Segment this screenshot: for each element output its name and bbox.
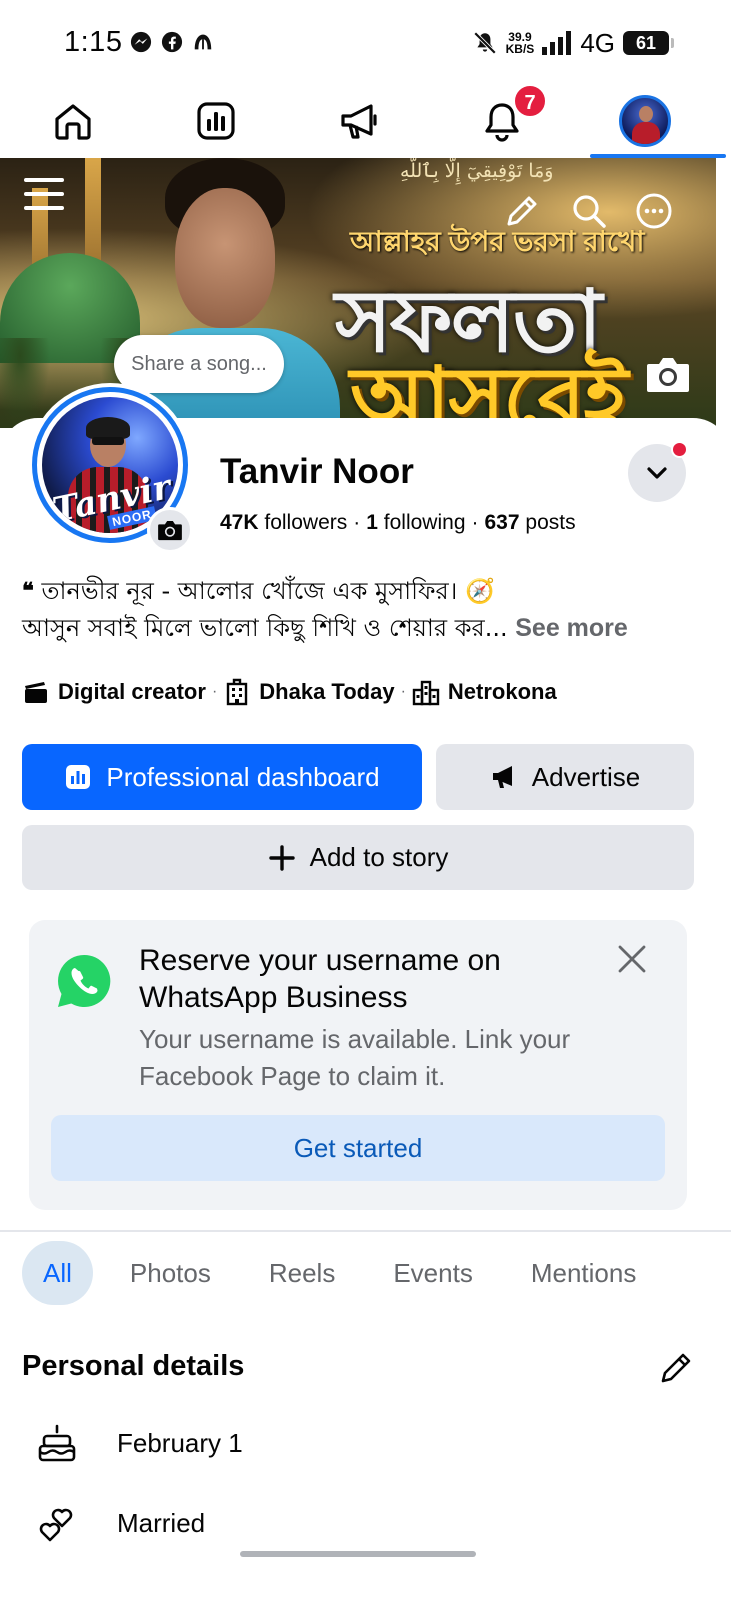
megaphone-icon xyxy=(492,766,512,788)
edit-details-button[interactable] xyxy=(658,1350,694,1386)
app-icon xyxy=(194,34,212,50)
followers-label: followers xyxy=(264,511,348,534)
followers-link[interactable]: 47K followers xyxy=(220,511,347,534)
section-divider xyxy=(0,1230,731,1232)
dashboard-icon xyxy=(66,765,91,789)
home-indicator[interactable] xyxy=(240,1551,476,1557)
category-chip[interactable]: Digital creator xyxy=(22,678,206,706)
quote-icon: ❝ xyxy=(22,578,34,604)
plus-icon xyxy=(268,844,295,871)
switcher-notification-dot xyxy=(671,441,688,458)
location-label-2: Netrokona xyxy=(447,679,557,704)
change-cover-button[interactable] xyxy=(645,354,691,394)
get-started-button[interactable]: Get started xyxy=(51,1115,665,1181)
network-speed: 39.9 KB/S xyxy=(506,31,535,55)
relationship-row: Married xyxy=(36,1499,205,1547)
location-chip-1[interactable]: Dhaka Today xyxy=(223,678,395,706)
nav-profile[interactable] xyxy=(572,84,718,158)
close-icon[interactable] xyxy=(615,942,649,976)
more-options-button[interactable] xyxy=(635,192,673,230)
mute-bell-icon xyxy=(473,31,496,55)
posts-label: posts xyxy=(525,511,576,534)
network-type: 4G xyxy=(580,27,615,58)
edit-cover-button[interactable] xyxy=(503,192,541,230)
facebook-icon xyxy=(161,31,183,53)
nav-ads[interactable] xyxy=(286,84,432,158)
nav-home[interactable] xyxy=(0,84,146,158)
change-profile-picture-button[interactable] xyxy=(147,507,193,553)
speed-unit: KB/S xyxy=(505,42,535,56)
share-song-bubble[interactable]: Share a song... xyxy=(114,335,284,393)
bio-line-1: তানভীর নূর - আলোর খোঁজে এক মুসাফির। 🧭 xyxy=(41,577,495,605)
dashboard-button-label: Professional dashboard xyxy=(106,761,380,792)
cover-palm xyxy=(0,338,50,428)
signal-icon xyxy=(542,31,572,55)
hamburger-icon xyxy=(24,178,64,210)
advertise-button[interactable]: Advertise xyxy=(436,744,694,810)
tab-photos[interactable]: Photos xyxy=(109,1241,232,1305)
profile-name: Tanvir Noor xyxy=(220,452,414,491)
search-button[interactable] xyxy=(570,192,608,230)
search-icon xyxy=(573,195,606,228)
following-count: 1 xyxy=(366,511,378,534)
location-chip-2[interactable]: Netrokona xyxy=(412,678,557,706)
content-tabs: All Photos Reels Events Mentions xyxy=(22,1241,673,1305)
tab-mentions[interactable]: Mentions xyxy=(510,1241,658,1305)
professional-dashboard-button[interactable]: Professional dashboard xyxy=(22,744,422,810)
personal-details-heading: Personal details xyxy=(22,1350,245,1382)
relationship-text: Married xyxy=(117,1507,206,1538)
clapperboard-icon xyxy=(25,682,47,703)
posts-link[interactable]: 637 posts xyxy=(485,511,576,534)
cake-icon xyxy=(38,1424,76,1462)
bio-line-2: আসুন সবাই মিলে ভালো কিছু শিখি ও শেয়ার ক… xyxy=(22,614,508,642)
followers-count: 47K xyxy=(220,511,259,534)
menu-button[interactable] xyxy=(22,174,66,214)
whatsapp-card-title: Reserve your username on WhatsApp Busine… xyxy=(139,944,501,1014)
battery-indicator: 61 xyxy=(623,31,674,55)
top-navigation: 7 xyxy=(0,84,731,158)
status-indicators: 39.9 KB/S 4G 61 xyxy=(472,26,674,60)
following-link[interactable]: 1 following xyxy=(366,511,465,534)
status-bar: 1:15 39.9 KB/S 4G 61 xyxy=(0,0,731,84)
see-more-link[interactable]: See more xyxy=(515,614,628,642)
nav-dashboard[interactable] xyxy=(143,84,289,158)
more-dots-icon xyxy=(636,193,672,229)
cover-arabic-text: وَمَا تَوْفِيقِيٓ إِلَّا بِٱللَّهِ xyxy=(400,160,554,182)
nav-notifications[interactable]: 7 xyxy=(429,84,575,158)
home-icon xyxy=(55,104,91,140)
city-icon xyxy=(412,680,440,706)
cover-edge xyxy=(716,158,731,428)
cover-headline-2: আসবেই xyxy=(350,351,628,428)
tab-reels[interactable]: Reels xyxy=(248,1241,356,1305)
birthday-row: February 1 xyxy=(36,1419,243,1467)
category-label: Digital creator xyxy=(58,679,206,704)
camera-icon xyxy=(647,358,689,392)
dashboard-icon xyxy=(197,102,235,140)
whatsapp-icon xyxy=(58,954,111,1007)
tab-events[interactable]: Events xyxy=(372,1241,494,1305)
megaphone-icon xyxy=(341,104,377,139)
profile-bio: ❝ তানভীর নূর - আলোর খোঁজে এক মুসাফির। 🧭 … xyxy=(22,573,712,647)
whatsapp-card-description: Your username is available. Link your Fa… xyxy=(139,1024,571,1091)
notification-badge: 7 xyxy=(513,84,547,118)
messenger-icon xyxy=(130,31,152,53)
status-time: 1:15 xyxy=(64,26,123,58)
advertise-button-label: Advertise xyxy=(531,761,641,792)
whatsapp-promo-card: Reserve your username on WhatsApp Busine… xyxy=(29,920,687,1210)
camera-icon xyxy=(158,520,182,541)
pencil-icon xyxy=(507,196,537,226)
building-icon xyxy=(227,678,248,706)
profile-details-chips: Digital creator · Dhaka Today · Netrokon… xyxy=(22,674,557,710)
hearts-icon xyxy=(39,1508,73,1542)
add-to-story-button[interactable]: Add to story xyxy=(22,825,694,890)
add-to-story-label: Add to story xyxy=(309,842,449,872)
chevron-down-icon xyxy=(647,467,667,479)
profile-stats: 47K followers · 1 following · 637 posts xyxy=(220,511,576,534)
posts-count: 637 xyxy=(484,511,520,534)
profile-avatar xyxy=(619,95,671,147)
following-label: following xyxy=(383,511,466,534)
tab-all[interactable]: All xyxy=(22,1241,93,1305)
location-label-1: Dhaka Today xyxy=(259,679,395,704)
birthday-text: February 1 xyxy=(117,1427,243,1458)
